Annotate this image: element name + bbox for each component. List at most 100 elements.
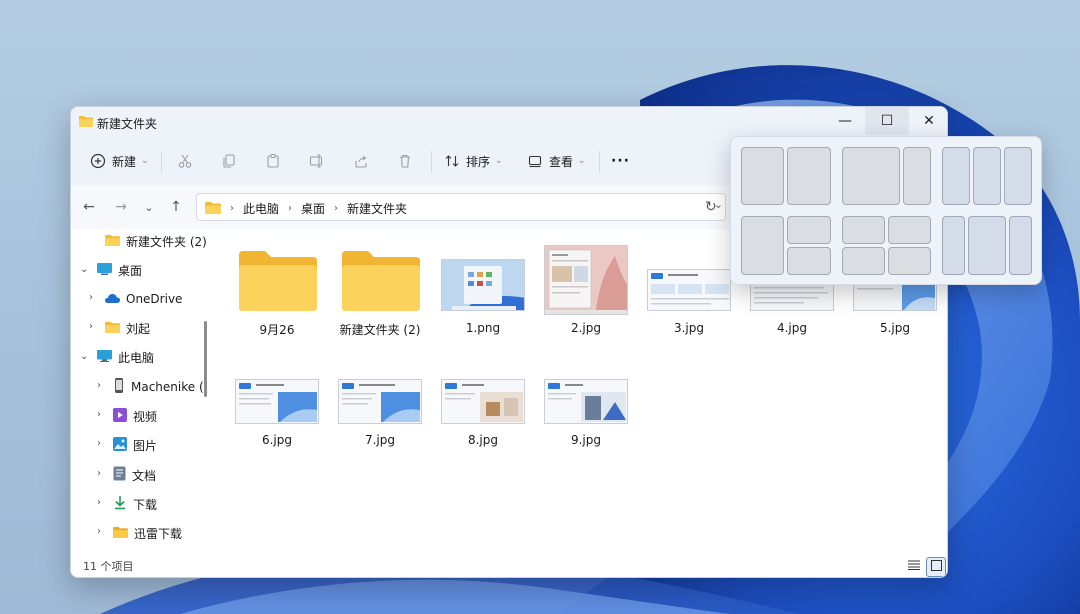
chevron-right-icon[interactable]: › [97, 438, 101, 449]
file-item-image[interactable]: 3.jpg [639, 239, 739, 349]
file-item-image[interactable]: 1.png [433, 239, 533, 349]
chevron-right-icon[interactable]: › [97, 380, 101, 391]
divider [161, 151, 162, 173]
chevron-right-icon[interactable]: › [89, 292, 93, 303]
chevron-right-icon: › [288, 203, 293, 214]
breadcrumb-this-pc[interactable]: 此电脑 [243, 200, 279, 217]
delete-button[interactable] [396, 149, 414, 173]
nav-item-xunlei-downloads[interactable]: 迅雷下载 [113, 522, 182, 544]
cut-button[interactable] [176, 149, 194, 173]
cloud-icon [105, 292, 120, 306]
file-item-folder[interactable]: 新建文件夹 (2) [330, 239, 430, 349]
new-button[interactable]: 新建 ⌄ [89, 149, 149, 173]
nav-item-label: 图片 [133, 438, 158, 453]
image-thumbnail [441, 259, 525, 311]
chevron-right-icon[interactable]: › [89, 321, 93, 332]
nav-item-desktop[interactable]: 桌面 [97, 259, 142, 281]
details-view-button[interactable] [905, 557, 923, 575]
nav-item-label: 新建文件夹 (2) [126, 234, 207, 249]
arrow-up-icon: ↑ [170, 199, 182, 215]
snap-zone-bottom-right-quarter[interactable] [787, 247, 831, 275]
snap-zone-quarter-top-right[interactable] [888, 216, 931, 244]
folder-icon [205, 201, 221, 217]
maximize-button[interactable]: ☐ [865, 107, 909, 135]
file-item-image[interactable]: 8.jpg [433, 349, 533, 459]
breadcrumb-current-folder[interactable]: 新建文件夹 [347, 200, 407, 217]
chevron-right-icon[interactable]: › [97, 526, 101, 537]
image-thumbnail [338, 379, 422, 424]
forward-button[interactable]: → [111, 197, 131, 217]
snap-zone-narrow-right[interactable] [1009, 216, 1032, 275]
address-field[interactable]: › 此电脑 › 桌面 › 新建文件夹 ⌄ [196, 193, 726, 221]
file-name: 9月26 [259, 323, 295, 337]
snap-zone-quarter-bottom-left[interactable] [842, 247, 885, 275]
snap-zone-narrow-left[interactable] [942, 216, 965, 275]
copy-button[interactable] [220, 149, 238, 173]
refresh-button[interactable]: ↻ [705, 199, 717, 215]
snap-zone-half-left[interactable] [741, 147, 784, 205]
file-item-image[interactable]: 7.jpg [330, 349, 430, 459]
maximize-icon: ☐ [880, 113, 894, 129]
close-button[interactable]: ✕ [907, 107, 947, 135]
file-name: 2.jpg [570, 321, 602, 335]
snap-zone-top-right-quarter[interactable] [787, 216, 831, 244]
paste-button[interactable] [264, 149, 282, 173]
chevron-right-icon[interactable]: › [97, 497, 101, 508]
sort-icon [443, 152, 461, 170]
file-name: 7.jpg [364, 433, 396, 447]
paste-icon [264, 152, 282, 170]
nav-pane-scrollbar[interactable] [204, 321, 207, 397]
cut-icon [176, 152, 194, 170]
rename-button[interactable] [308, 149, 326, 173]
file-item-folder[interactable]: 9月26 [227, 239, 327, 349]
breadcrumb-desktop[interactable]: 桌面 [301, 200, 325, 217]
chevron-right-icon[interactable]: › [97, 409, 101, 420]
refresh-icon: ↻ [705, 199, 717, 215]
chevron-down-icon[interactable]: ⌄ [80, 351, 88, 362]
snap-zone-quarter-bottom-right[interactable] [888, 247, 931, 275]
snap-zone-wide-center[interactable] [968, 216, 1006, 275]
new-label: 新建 [112, 154, 137, 169]
snap-zone-quarter-top-left[interactable] [842, 216, 885, 244]
snap-zone-third-right[interactable] [1004, 147, 1032, 205]
snap-zone-two-thirds[interactable] [842, 147, 900, 205]
chevron-down-icon[interactable]: ⌄ [80, 264, 88, 275]
nav-item-onedrive[interactable]: OneDrive [105, 288, 182, 310]
share-button[interactable] [352, 149, 370, 173]
sort-button[interactable]: 排序 ⌄ [443, 149, 503, 173]
nav-item-label: 迅雷下载 [134, 526, 183, 541]
snap-zone-third-left[interactable] [942, 147, 970, 205]
download-icon [113, 495, 127, 513]
snap-zone-left-half[interactable] [741, 216, 784, 275]
view-button[interactable]: 查看 ⌄ [526, 149, 586, 173]
nav-item-downloads[interactable]: 下载 [113, 493, 157, 515]
up-button[interactable]: ↑ [166, 197, 186, 217]
tile-view-icon [930, 560, 942, 574]
recent-locations-button[interactable]: ⌄ [139, 197, 159, 217]
nav-item-liuqi[interactable]: 刘起 [105, 317, 150, 339]
more-button[interactable]: ··· [611, 149, 630, 173]
nav-item-label: 此电脑 [118, 350, 155, 365]
snap-zone-one-third[interactable] [903, 147, 931, 205]
nav-item-new-folder-2[interactable]: 新建文件夹 (2) [105, 230, 207, 252]
nav-item-machenike[interactable]: Machenike ( [113, 376, 204, 398]
file-item-image[interactable]: 2.jpg [536, 239, 636, 349]
snap-zone-half-right[interactable] [787, 147, 831, 205]
breadcrumb: › 此电脑 › 桌面 › 新建文件夹 [205, 200, 407, 217]
back-button[interactable]: ← [79, 197, 99, 217]
video-icon [113, 407, 127, 425]
nav-item-documents[interactable]: 文档 [113, 464, 156, 486]
minimize-button[interactable]: — [823, 107, 867, 135]
file-item-image[interactable]: 6.jpg [227, 349, 327, 459]
nav-item-label: 刘起 [126, 321, 151, 336]
file-item-image[interactable]: 9.jpg [536, 349, 636, 459]
snap-zone-third-center[interactable] [973, 147, 1001, 205]
nav-item-this-pc[interactable]: 此电脑 [97, 346, 154, 368]
chevron-right-icon[interactable]: › [97, 468, 101, 479]
nav-item-videos[interactable]: 视频 [113, 405, 157, 427]
document-icon [113, 466, 126, 484]
nav-item-pictures[interactable]: 图片 [113, 434, 157, 456]
large-icons-view-button[interactable] [926, 557, 946, 577]
share-icon [352, 152, 370, 170]
title-bar[interactable]: 新建文件夹 — ☐ ✕ [71, 107, 947, 137]
